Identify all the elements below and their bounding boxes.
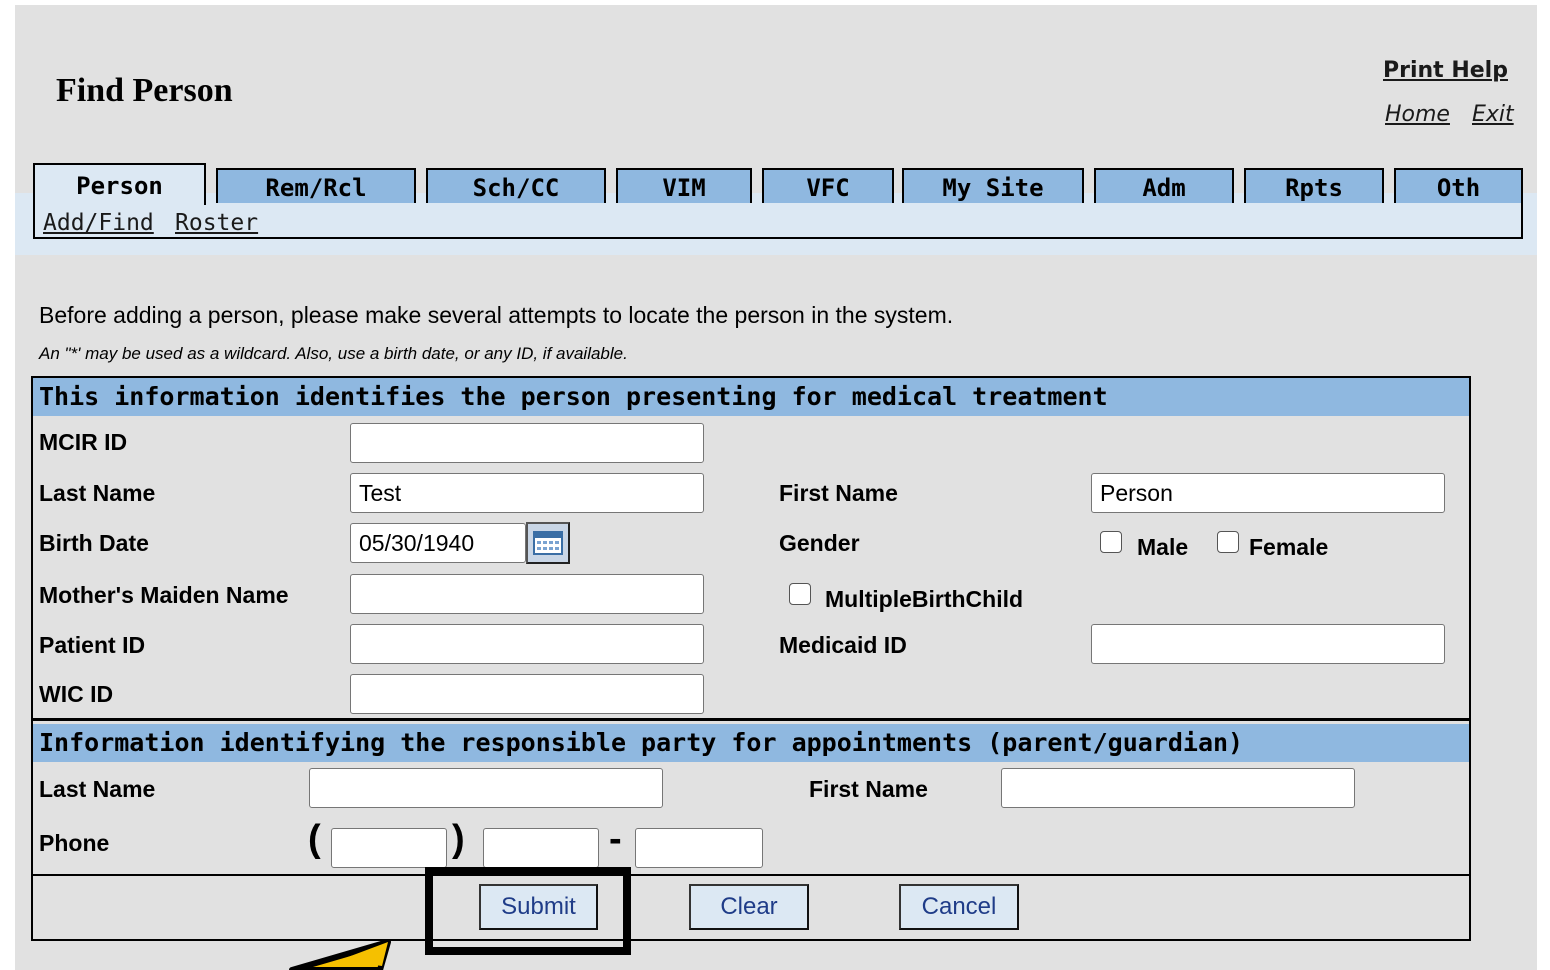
phone-prefix-input[interactable] (483, 828, 599, 868)
wic-id-input[interactable] (350, 674, 704, 714)
pointer-arrow-icon (289, 939, 391, 970)
gender-label: Gender (779, 530, 860, 556)
birth-date-label: Birth Date (39, 530, 149, 556)
phone-label: Phone (39, 830, 110, 856)
female-checkbox[interactable] (1217, 531, 1239, 553)
medicaid-id-input[interactable] (1091, 624, 1445, 664)
guardian-last-name-input[interactable] (309, 768, 663, 808)
page-title: Find Person (56, 72, 233, 109)
female-label: Female (1249, 534, 1329, 560)
exit-link[interactable]: Exit (1472, 102, 1514, 127)
tab-adm[interactable]: Adm (1094, 168, 1234, 203)
tab-person[interactable]: Person (33, 163, 206, 205)
patient-id-input[interactable] (350, 624, 704, 664)
phone-dash: - (609, 818, 622, 860)
last-name-input[interactable] (350, 473, 704, 513)
cancel-button[interactable]: Cancel (899, 884, 1019, 930)
multiple-birth-checkbox[interactable] (789, 583, 811, 605)
person-section-heading: This information identifies the person p… (33, 378, 1469, 416)
phone-open-paren: ( (308, 818, 321, 860)
phone-close-paren: ) (452, 818, 465, 860)
print-help-link[interactable]: Print Help (1383, 58, 1508, 83)
tab-oth[interactable]: Oth (1394, 168, 1523, 203)
mothers-maiden-name-label: Mother's Maiden Name (39, 582, 289, 608)
mcir-id-label: MCIR ID (39, 429, 128, 455)
roster-link[interactable]: Roster (175, 210, 258, 236)
wildcard-note: An "*' may be used as a wildcard. Also, … (39, 344, 628, 363)
tab-rem-rcl[interactable]: Rem/Rcl (216, 168, 416, 203)
guardian-section-heading: Information identifying the responsible … (33, 724, 1469, 762)
birth-date-input[interactable] (350, 523, 526, 563)
phone-line-input[interactable] (635, 828, 763, 868)
medicaid-id-label: Medicaid ID (779, 632, 907, 658)
wic-id-label: WIC ID (39, 681, 114, 707)
tab-vim[interactable]: VIM (616, 168, 752, 203)
calendar-button[interactable] (526, 522, 570, 564)
mothers-maiden-name-input[interactable] (350, 574, 704, 614)
tab-vfc[interactable]: VFC (762, 168, 894, 203)
tab-rpts[interactable]: Rpts (1244, 168, 1384, 203)
mcir-id-input[interactable] (350, 423, 704, 463)
section-divider (33, 718, 1469, 721)
buttons-divider (33, 874, 1469, 876)
calendar-icon (533, 531, 563, 555)
tab-my-site[interactable]: My Site (902, 168, 1084, 203)
clear-button[interactable]: Clear (689, 884, 809, 930)
multiple-birth-label: MultipleBirthChild (825, 586, 1024, 612)
guardian-first-name-input[interactable] (1001, 768, 1355, 808)
first-name-label: First Name (779, 480, 898, 506)
add-find-link[interactable]: Add/Find (43, 210, 154, 236)
male-checkbox[interactable] (1100, 531, 1122, 553)
home-link[interactable]: Home (1385, 102, 1450, 127)
first-name-input[interactable] (1091, 473, 1445, 513)
guardian-last-name-label: Last Name (39, 776, 156, 802)
patient-id-label: Patient ID (39, 632, 146, 658)
last-name-label: Last Name (39, 480, 156, 506)
male-label: Male (1137, 534, 1189, 560)
guardian-first-name-label: First Name (809, 776, 928, 802)
submit-highlight-box (425, 867, 631, 955)
tab-sch-cc[interactable]: Sch/CC (426, 168, 606, 203)
find-person-form: This information identifies the person p… (31, 376, 1471, 941)
phone-area-code-input[interactable] (331, 828, 447, 868)
intro-text: Before adding a person, please make seve… (39, 302, 954, 328)
